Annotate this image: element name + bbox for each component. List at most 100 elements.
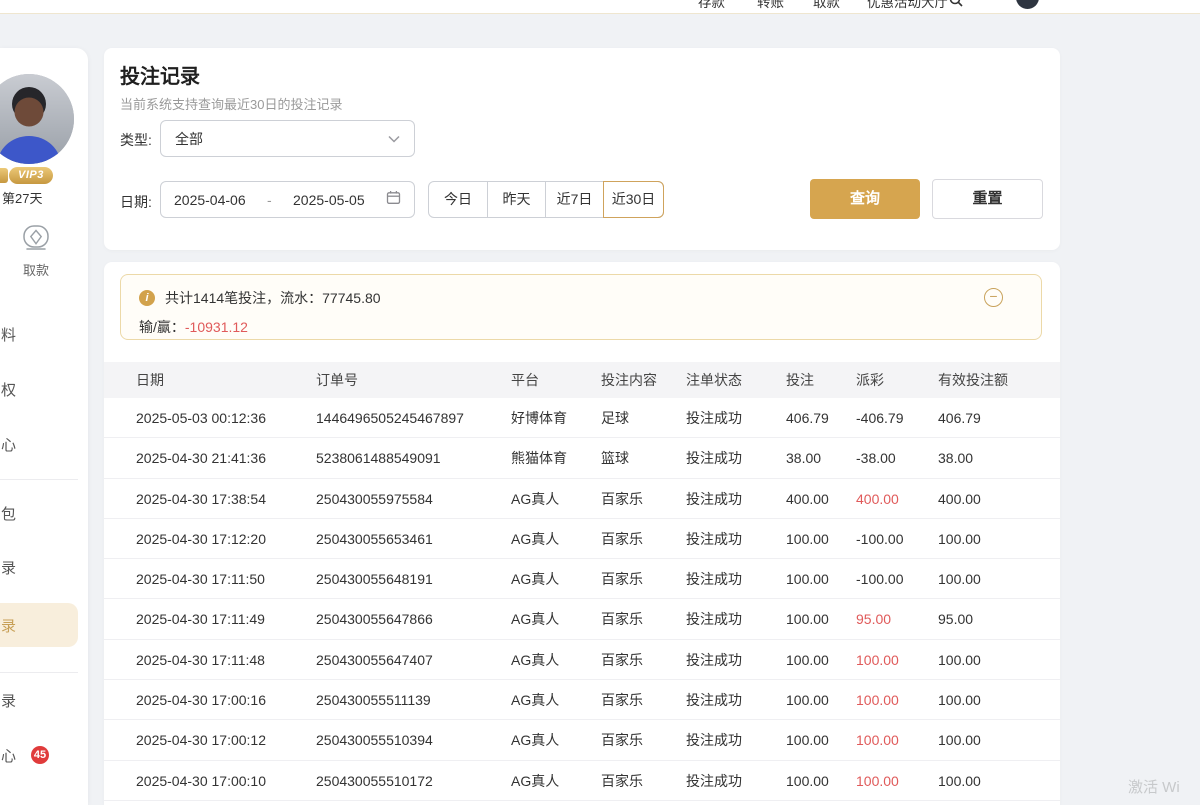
sidebar-menu-item[interactable]: 录 xyxy=(1,615,19,636)
calendar-icon xyxy=(386,190,401,210)
user-avatar-small[interactable] xyxy=(1016,0,1039,9)
date-start-value: 2025-04-06 xyxy=(174,192,246,208)
sidebar: VIP3 第27天 取款 料权心包录录录心45 xyxy=(0,48,88,805)
cell-content: 百家乐 xyxy=(601,640,686,680)
top-nav-item[interactable]: 取款 xyxy=(813,0,840,11)
cell-order: 250430055648191 xyxy=(316,559,511,599)
cell-valid: 100.00 xyxy=(938,640,1060,680)
type-label: 类型: xyxy=(120,130,152,150)
search-icon[interactable] xyxy=(948,0,964,13)
sidebar-item-withdraw[interactable]: 取款 xyxy=(0,220,72,279)
cell-platform: AG真人 xyxy=(511,599,601,639)
cell-status: 投注成功 xyxy=(686,761,786,801)
column-header: 有效投注额 xyxy=(938,362,1060,398)
table-row: 2025-04-30 17:00:12250430055510394AG真人百家… xyxy=(104,720,1060,760)
chevron-down-icon xyxy=(388,135,400,143)
user-avatar[interactable] xyxy=(0,74,74,164)
collapse-icon[interactable]: − xyxy=(984,288,1003,307)
cell-order: 250430055511139 xyxy=(316,680,511,720)
betting-records-screen: 存款转账取款优惠活动大厅 VIP3 第27天 xyxy=(0,0,1200,805)
cell-content: 百家乐 xyxy=(601,559,686,599)
sidebar-menu-item[interactable]: 料 xyxy=(1,324,19,345)
query-button[interactable]: 查询 xyxy=(810,179,920,219)
cell-valid: 100.00 xyxy=(938,680,1060,720)
table-row: 2025-05-03 00:12:361446496505245467897好博… xyxy=(104,398,1060,438)
summary-totals: 共计1414笔投注，流水：77745.80 xyxy=(165,288,381,308)
date-range-input[interactable]: 2025-04-06 - 2025-05-05 xyxy=(160,181,415,218)
cell-bet: 100.00 xyxy=(786,720,856,760)
cell-bet: 100.00 xyxy=(786,640,856,680)
cell-date: 2025-04-30 17:38:54 xyxy=(136,479,316,519)
date-separator: - xyxy=(267,192,272,208)
cell-date: 2025-04-30 17:00:16 xyxy=(136,680,316,720)
top-nav-item[interactable]: 存款 xyxy=(698,0,725,11)
cell-platform: AG真人 xyxy=(511,720,601,760)
cell-payout: -406.79 xyxy=(856,398,938,438)
cell-payout: -38.00 xyxy=(856,438,938,478)
cell-status: 投注成功 xyxy=(686,438,786,478)
cell-valid: 400.00 xyxy=(938,479,1060,519)
cell-date: 2025-04-30 17:11:50 xyxy=(136,559,316,599)
date-end-value: 2025-05-05 xyxy=(293,192,365,208)
cell-order: 250430055510172 xyxy=(316,761,511,801)
top-nav-item[interactable]: 转账 xyxy=(757,0,784,11)
cell-bet: 100.00 xyxy=(786,559,856,599)
cell-valid: 100.00 xyxy=(938,519,1060,559)
vip-day-label: 第27天 xyxy=(2,188,42,207)
cell-date: 2025-05-03 00:12:36 xyxy=(136,398,316,438)
table-row: 2025-04-30 17:38:54250430055975584AG真人百家… xyxy=(104,479,1060,519)
filter-card: 投注记录 当前系统支持查询最近30日的投注记录 类型: 全部 日期: 2025-… xyxy=(104,48,1060,250)
cell-platform: 熊猫体育 xyxy=(511,438,601,478)
cell-order: 250430055510394 xyxy=(316,720,511,760)
cell-payout: 100.00 xyxy=(856,761,938,801)
win-loss-value: -10931.12 xyxy=(185,319,248,335)
cell-order: 250430055653461 xyxy=(316,519,511,559)
cell-platform: AG真人 xyxy=(511,680,601,720)
cell-status: 投注成功 xyxy=(686,640,786,680)
sidebar-menu-item[interactable]: 心 xyxy=(1,745,19,766)
info-icon: i xyxy=(139,290,155,306)
table-body: 2025-05-03 00:12:361446496505245467897好博… xyxy=(104,398,1060,801)
table-row: 2025-04-30 17:11:49250430055647866AG真人百家… xyxy=(104,599,1060,639)
cell-valid: 406.79 xyxy=(938,398,1060,438)
cell-platform: 好博体育 xyxy=(511,398,601,438)
sidebar-menu-item[interactable]: 包 xyxy=(1,503,19,524)
win-loss-label: 输/赢： xyxy=(139,319,185,335)
cell-bet: 100.00 xyxy=(786,519,856,559)
sidebar-menu-item[interactable]: 权 xyxy=(1,379,19,400)
cell-bet: 100.00 xyxy=(786,761,856,801)
column-header: 投注内容 xyxy=(601,362,686,398)
cell-date: 2025-04-30 21:41:36 xyxy=(136,438,316,478)
cell-date: 2025-04-30 17:11:49 xyxy=(136,599,316,639)
table-header: 日期订单号平台投注内容注单状态投注派彩有效投注额 xyxy=(104,362,1060,398)
type-select-value: 全部 xyxy=(175,129,203,149)
cell-valid: 100.00 xyxy=(938,720,1060,760)
vip-medal-icon xyxy=(0,168,8,183)
top-nav-item[interactable]: 优惠活动大厅 xyxy=(867,0,948,11)
reset-button[interactable]: 重置 xyxy=(932,179,1043,219)
cell-platform: AG真人 xyxy=(511,559,601,599)
quick-range-button[interactable]: 今日 xyxy=(429,182,487,217)
cell-date: 2025-04-30 17:00:12 xyxy=(136,720,316,760)
cell-payout: 100.00 xyxy=(856,720,938,760)
quick-range-button[interactable]: 昨天 xyxy=(487,182,545,217)
cell-content: 百家乐 xyxy=(601,720,686,760)
sidebar-menu-item[interactable]: 心 xyxy=(1,434,19,455)
cell-payout: 100.00 xyxy=(856,640,938,680)
cell-status: 投注成功 xyxy=(686,559,786,599)
sidebar-menu-item[interactable]: 录 xyxy=(1,690,19,711)
cell-platform: AG真人 xyxy=(511,519,601,559)
cell-content: 百家乐 xyxy=(601,479,686,519)
column-header: 注单状态 xyxy=(686,362,786,398)
cell-bet: 406.79 xyxy=(786,398,856,438)
sidebar-divider xyxy=(0,479,78,480)
type-select[interactable]: 全部 xyxy=(160,120,415,157)
cell-payout: 95.00 xyxy=(856,599,938,639)
cell-payout: -100.00 xyxy=(856,559,938,599)
quick-range-button[interactable]: 近7日 xyxy=(545,182,603,217)
cell-valid: 100.00 xyxy=(938,761,1060,801)
cell-date: 2025-04-30 17:11:48 xyxy=(136,640,316,680)
column-header: 订单号 xyxy=(316,362,511,398)
quick-range-button[interactable]: 近30日 xyxy=(603,182,663,217)
sidebar-menu-item[interactable]: 录 xyxy=(1,557,19,578)
